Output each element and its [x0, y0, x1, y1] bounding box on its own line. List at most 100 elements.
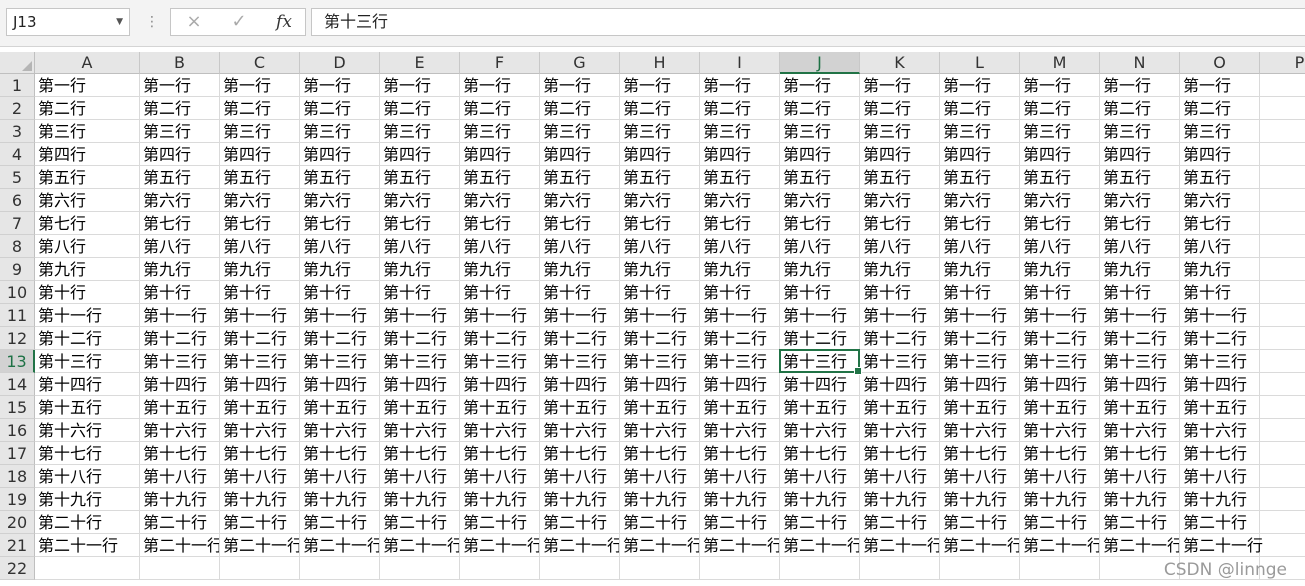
cell-k12[interactable]: 第十二行: [860, 327, 940, 350]
cell-g5[interactable]: 第五行: [540, 166, 620, 189]
cell-m9[interactable]: 第九行: [1020, 258, 1100, 281]
cell-g20[interactable]: 第二十行: [540, 511, 620, 534]
cell-h1[interactable]: 第一行: [620, 74, 700, 97]
row-header-11[interactable]: 11: [0, 304, 35, 327]
cell-l7[interactable]: 第七行: [940, 212, 1020, 235]
cell-n11[interactable]: 第十一行: [1100, 304, 1180, 327]
cell-p11[interactable]: [1260, 304, 1305, 327]
cell-a16[interactable]: 第十六行: [35, 419, 140, 442]
cell-k8[interactable]: 第八行: [860, 235, 940, 258]
cell-o19[interactable]: 第十九行: [1180, 488, 1260, 511]
cell-e21[interactable]: 第二十一行: [380, 534, 460, 557]
cell-f19[interactable]: 第十九行: [460, 488, 540, 511]
cell-k20[interactable]: 第二十行: [860, 511, 940, 534]
cell-g18[interactable]: 第十八行: [540, 465, 620, 488]
cell-j10[interactable]: 第十行: [780, 281, 860, 304]
cell-f20[interactable]: 第二十行: [460, 511, 540, 534]
cell-o12[interactable]: 第十二行: [1180, 327, 1260, 350]
cell-j20[interactable]: 第二十行: [780, 511, 860, 534]
cell-n18[interactable]: 第十八行: [1100, 465, 1180, 488]
cell-n12[interactable]: 第十二行: [1100, 327, 1180, 350]
cell-h15[interactable]: 第十五行: [620, 396, 700, 419]
cell-a13[interactable]: 第十三行: [35, 350, 140, 373]
cell-o20[interactable]: 第二十行: [1180, 511, 1260, 534]
cell-b20[interactable]: 第二十行: [140, 511, 220, 534]
cell-c8[interactable]: 第八行: [220, 235, 300, 258]
cell-k3[interactable]: 第三行: [860, 120, 940, 143]
cell-j6[interactable]: 第六行: [780, 189, 860, 212]
cell-f14[interactable]: 第十四行: [460, 373, 540, 396]
cell-p1[interactable]: [1260, 74, 1305, 97]
cell-i21[interactable]: 第二十一行: [700, 534, 780, 557]
cell-o3[interactable]: 第三行: [1180, 120, 1260, 143]
cell-h13[interactable]: 第十三行: [620, 350, 700, 373]
cell-d8[interactable]: 第八行: [300, 235, 380, 258]
row-header-1[interactable]: 1: [0, 74, 35, 97]
cell-h2[interactable]: 第二行: [620, 97, 700, 120]
cell-f9[interactable]: 第九行: [460, 258, 540, 281]
cell-c10[interactable]: 第十行: [220, 281, 300, 304]
cell-p13[interactable]: [1260, 350, 1305, 373]
cell-c20[interactable]: 第二十行: [220, 511, 300, 534]
cell-c1[interactable]: 第一行: [220, 74, 300, 97]
cell-a8[interactable]: 第八行: [35, 235, 140, 258]
cell-o17[interactable]: 第十七行: [1180, 442, 1260, 465]
cell-a4[interactable]: 第四行: [35, 143, 140, 166]
cell-l3[interactable]: 第三行: [940, 120, 1020, 143]
cell-e5[interactable]: 第五行: [380, 166, 460, 189]
cell-m16[interactable]: 第十六行: [1020, 419, 1100, 442]
cell-f6[interactable]: 第六行: [460, 189, 540, 212]
cell-h3[interactable]: 第三行: [620, 120, 700, 143]
column-header-j[interactable]: J: [780, 52, 860, 74]
cell-d15[interactable]: 第十五行: [300, 396, 380, 419]
cell-f11[interactable]: 第十一行: [460, 304, 540, 327]
cell-b5[interactable]: 第五行: [140, 166, 220, 189]
cell-i16[interactable]: 第十六行: [700, 419, 780, 442]
column-header-b[interactable]: B: [140, 52, 220, 74]
row-header-18[interactable]: 18: [0, 465, 35, 488]
cell-b18[interactable]: 第十八行: [140, 465, 220, 488]
cell-l14[interactable]: 第十四行: [940, 373, 1020, 396]
cancel-icon[interactable]: ×: [179, 9, 209, 35]
chevron-down-icon[interactable]: ▼: [116, 9, 123, 35]
cell-g4[interactable]: 第四行: [540, 143, 620, 166]
row-header-22[interactable]: 22: [0, 557, 35, 580]
cell-l4[interactable]: 第四行: [940, 143, 1020, 166]
cell-d21[interactable]: 第二十一行: [300, 534, 380, 557]
cell-p2[interactable]: [1260, 97, 1305, 120]
cell-b19[interactable]: 第十九行: [140, 488, 220, 511]
select-all-button[interactable]: [0, 52, 35, 74]
row-header-2[interactable]: 2: [0, 97, 35, 120]
cell-l8[interactable]: 第八行: [940, 235, 1020, 258]
row-header-9[interactable]: 9: [0, 258, 35, 281]
row-header-14[interactable]: 14: [0, 373, 35, 396]
cell-p5[interactable]: [1260, 166, 1305, 189]
cell-b4[interactable]: 第四行: [140, 143, 220, 166]
cell-h20[interactable]: 第二十行: [620, 511, 700, 534]
row-header-13[interactable]: 13: [0, 350, 35, 373]
cell-f17[interactable]: 第十七行: [460, 442, 540, 465]
cell-i14[interactable]: 第十四行: [700, 373, 780, 396]
cell-k7[interactable]: 第七行: [860, 212, 940, 235]
cell-d11[interactable]: 第十一行: [300, 304, 380, 327]
column-header-h[interactable]: H: [620, 52, 700, 74]
row-header-17[interactable]: 17: [0, 442, 35, 465]
cell-i10[interactable]: 第十行: [700, 281, 780, 304]
cell-c18[interactable]: 第十八行: [220, 465, 300, 488]
cell-h11[interactable]: 第十一行: [620, 304, 700, 327]
cell-e3[interactable]: 第三行: [380, 120, 460, 143]
cell-h16[interactable]: 第十六行: [620, 419, 700, 442]
cell-c2[interactable]: 第二行: [220, 97, 300, 120]
cell-d3[interactable]: 第三行: [300, 120, 380, 143]
cell-j5[interactable]: 第五行: [780, 166, 860, 189]
cell-c4[interactable]: 第四行: [220, 143, 300, 166]
cell-f1[interactable]: 第一行: [460, 74, 540, 97]
column-header-o[interactable]: O: [1180, 52, 1260, 74]
cell-l21[interactable]: 第二十一行: [940, 534, 1020, 557]
cell-b6[interactable]: 第六行: [140, 189, 220, 212]
cell-d4[interactable]: 第四行: [300, 143, 380, 166]
cell-k5[interactable]: 第五行: [860, 166, 940, 189]
cell-l11[interactable]: 第十一行: [940, 304, 1020, 327]
row-header-19[interactable]: 19: [0, 488, 35, 511]
cell-d20[interactable]: 第二十行: [300, 511, 380, 534]
